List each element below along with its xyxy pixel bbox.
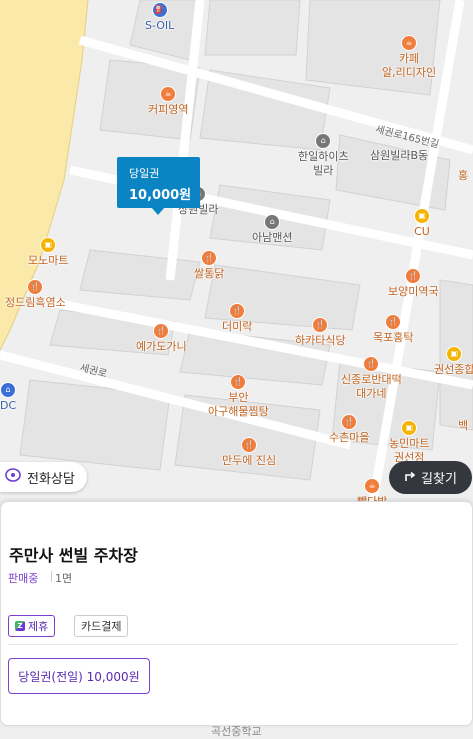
poi-building[interactable]: 삼원빌라B동 [370, 148, 428, 163]
poi-restaurant[interactable]: 🍴 만두에 진심 [222, 437, 276, 468]
restaurant-icon: 🍴 [363, 356, 380, 372]
poi-restaurant[interactable]: 🍴 목포홍탁 [373, 314, 413, 345]
poi-restaurant[interactable]: 🍴 더미락 [222, 303, 252, 334]
restaurant-icon: 🍴 [229, 303, 246, 319]
gas-station-icon: ⛽ [151, 2, 168, 18]
poi-building[interactable]: ⌂ 아남맨션 [252, 214, 292, 245]
poi-restaurant[interactable]: 🍴 신종로반대떡 대가네 [341, 356, 402, 401]
building-icon: ⌂ [315, 133, 332, 149]
poi-store[interactable]: ▣ CU [414, 208, 430, 239]
store-icon: ▣ [446, 346, 463, 362]
poi-restaurant[interactable]: 🍴 쌀통닭 [194, 250, 224, 281]
restaurant-icon: 🍴 [27, 279, 44, 295]
poi-restaurant[interactable]: 🍴 수촌마을 [329, 414, 369, 445]
poi-restaurant[interactable]: 🍴 하카타식당 [295, 317, 346, 348]
poi-restaurant[interactable]: 🍴 예가도가니 [136, 323, 187, 354]
card-payment-tag: 카드결제 [74, 615, 129, 637]
poi-s-oil[interactable]: ⛽ S-OIL [145, 2, 174, 33]
store-icon: ▣ [40, 237, 57, 253]
poi-restaurant[interactable]: 🍴 보양미역국 [388, 268, 439, 299]
poi-label[interactable]: 백 [458, 418, 468, 433]
restaurant-icon: 🍴 [341, 414, 358, 430]
restaurant-icon: 🍴 [153, 323, 170, 339]
partner-tag-label: 제휴 [28, 620, 49, 633]
divider [51, 571, 52, 582]
parking-title: 주만사 썬빌 주차장 [9, 546, 138, 565]
partner-tag: Z 제휴 [8, 615, 56, 637]
poi-cafe[interactable]: ☕ 커피영역 [148, 86, 188, 117]
restaurant-icon: 🍴 [230, 374, 247, 390]
marker-pointer [151, 207, 165, 215]
cafe-icon: ☕ [401, 35, 418, 51]
phone-consult-button[interactable]: 전화상담 [0, 462, 87, 492]
restaurant-icon: 🍴 [312, 317, 329, 333]
cafe-icon: ☕ [160, 86, 177, 102]
phone-icon [5, 468, 21, 486]
partner-logo-icon: Z [15, 621, 25, 631]
restaurant-icon: 🍴 [241, 437, 258, 453]
divider [8, 644, 458, 645]
poi-restaurant[interactable]: 🍴 부안 아구해물찜탕 [208, 374, 269, 419]
poi-store[interactable]: ▣ 모노마트 [28, 237, 68, 268]
restaurant-icon: 🍴 [405, 268, 422, 284]
directions-label: 길찾기 [421, 472, 457, 487]
sale-status: 판매중 [8, 572, 39, 585]
building-icon: ⌂ [264, 214, 281, 230]
cafe-icon: ☕ [364, 478, 381, 494]
floor-count: 1면 [55, 572, 73, 585]
ticket-type: 당일권 [129, 167, 160, 180]
directions-button[interactable]: 길찾기 [389, 461, 472, 494]
ticket-price: 10,000원 [129, 188, 192, 203]
poi-building[interactable]: ⌂ 한일하이츠 빌라 [298, 133, 349, 178]
store-icon: ▣ [401, 420, 418, 436]
poi-cafe[interactable]: ☕ 카페 알,리디자인 [382, 35, 436, 80]
store-icon: ▣ [414, 208, 430, 224]
poi-label[interactable]: ⌂ DC [0, 382, 16, 413]
parking-detail-sheet: 주만사 썬빌 주차장 판매중 1면 Z 제휴 카드결제 당일권(전일) 10,0… [0, 501, 473, 726]
turn-right-icon [404, 470, 416, 486]
restaurant-icon: 🍴 [385, 314, 402, 330]
poi-restaurant[interactable]: 🍴 정드림흑염소 [5, 279, 66, 310]
phone-consult-label: 전화상담 [27, 471, 75, 487]
poi-store[interactable]: ▣ 농민마트 권선점 [389, 420, 429, 465]
poi-store[interactable]: ▣ 권선종합 [434, 346, 473, 377]
parking-price-marker[interactable]: 당일권 10,000원 [117, 157, 200, 215]
poi-label[interactable]: 홍 [458, 168, 468, 183]
ticket-option-button[interactable]: 당일권(전일) 10,000원 [8, 658, 150, 694]
building-icon: ⌂ [0, 382, 17, 398]
restaurant-icon: 🍴 [201, 250, 218, 266]
